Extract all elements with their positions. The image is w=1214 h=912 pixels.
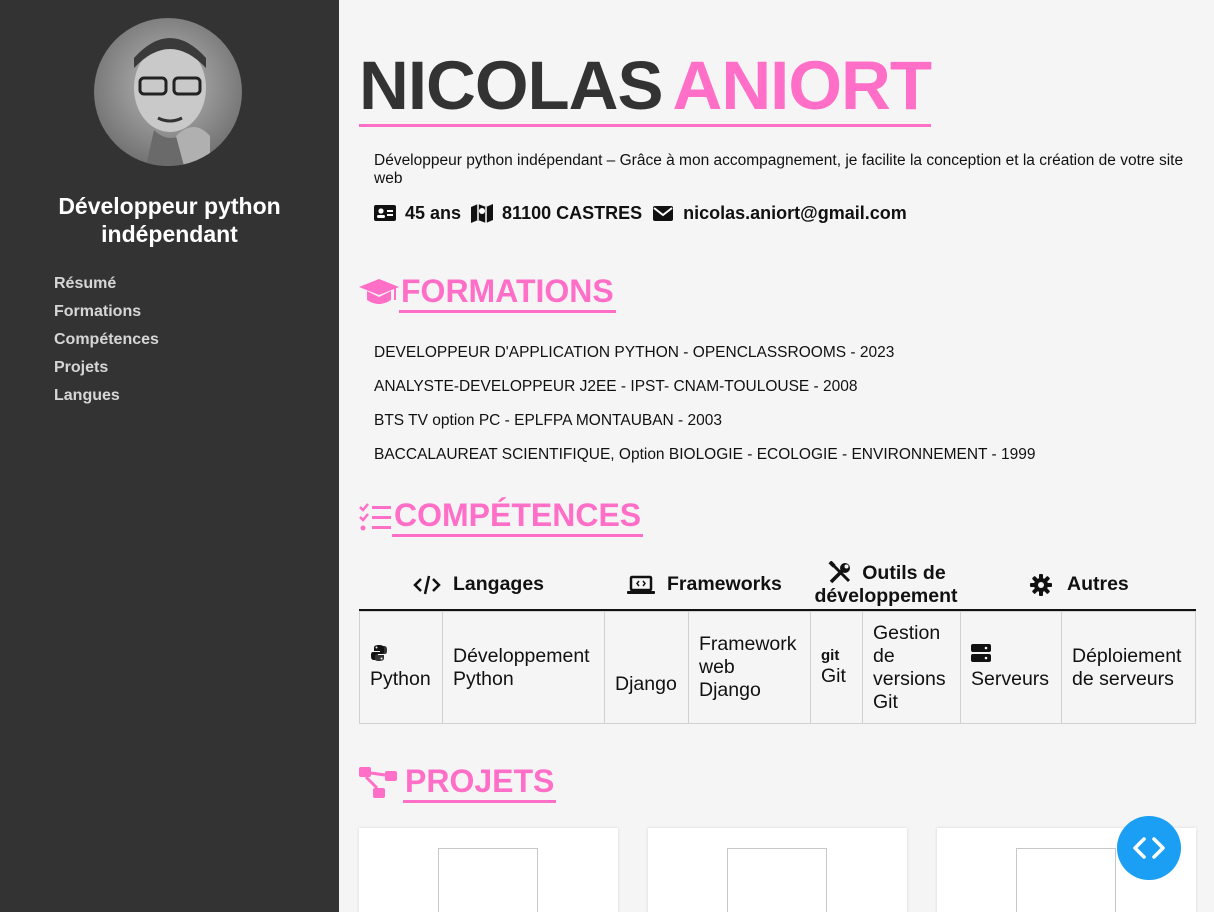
formation-item: BACCALAUREAT SCIENTIFIQUE, Option BIOLOG… [374,446,1036,463]
gear-icon [1027,573,1055,597]
server-icon [971,644,1051,668]
project-card[interactable] [648,828,907,912]
projets-title: PROJETS [403,762,557,803]
skill-django-desc: Framework web Django [688,611,811,724]
main-content: NICOLAS ANIORT Développeur python indépen… [339,0,1214,912]
project-card[interactable] [359,828,618,912]
nav-item-langues[interactable]: Langues [54,382,159,410]
tools-icon [826,561,854,585]
formation-item: DEVELOPPEUR D'APPLICATION PYTHON - OPENC… [374,344,895,361]
skills-header-row: Langages Frameworks Outils de développem… [359,560,1196,611]
nav-item-formations[interactable]: Formations [54,298,159,326]
skill-serveurs-desc: Déploiement de serveurs [1061,611,1196,724]
header-frameworks: Frameworks [627,560,782,609]
id-card-icon [374,202,396,224]
formations-title: FORMATIONS [399,272,616,313]
laptop-code-icon [627,573,655,597]
formation-item: BTS TV option PC - EPLFPA MONTAUBAN - 20… [374,412,723,429]
git-icon: git [821,647,840,664]
skill-python: Python [359,611,443,724]
sidebar-title: Développeur python indépendant [58,193,281,247]
nav-item-projets[interactable]: Projets [54,354,159,382]
code-toggle-button[interactable] [1117,816,1181,880]
first-name: NICOLAS [359,47,663,124]
python-icon [370,644,432,668]
email-link[interactable]: nicolas.aniort@gmail.com [683,203,907,224]
avatar-photo [134,38,210,166]
skills-table: Python Développement Python Django Frame… [359,611,1196,724]
map-icon [471,202,494,224]
project-image [438,848,538,912]
competences-heading: COMPÉTENCES [359,496,644,537]
list-check-icon [359,500,392,534]
skill-django: Django [604,611,689,724]
last-name: ANIORT [672,47,932,124]
skill-git-desc: Gestion de versions Git [862,611,961,724]
skills-row: Python Développement Python Django Frame… [359,611,1196,724]
graduation-cap-icon [359,276,399,310]
project-image [1016,848,1116,912]
chevrons-icon [1133,837,1165,859]
projets-heading: PROJETS [359,762,557,803]
header-langages: Langages [413,560,544,609]
avatar [94,18,242,166]
info-row: 45 ans 81100 CASTRES nicolas.aniort@gmai… [374,202,917,224]
skill-git: git Git [810,611,863,724]
skill-serveurs: Serveurs [960,611,1062,724]
nav-item-competences[interactable]: Compétences [54,326,159,354]
location-text: 81100 CASTRES [502,202,643,223]
envelope-icon [652,202,674,224]
diagram-project-icon [359,766,403,800]
header-outils: Outils de développement [814,561,958,607]
formation-item: ANALYSTE-DEVELOPPEUR J2EE - IPST- CNAM-T… [374,378,858,395]
competences-title: COMPÉTENCES [392,496,644,537]
sidebar: Développeur python indépendant Résumé Fo… [0,0,339,912]
header-autres: Autres [1027,560,1129,609]
age-text: 45 ans [405,202,462,223]
intro-text: Développeur python indépendant – Grâce à… [374,152,1184,187]
project-image [727,848,827,912]
formations-list: DEVELOPPEUR D'APPLICATION PYTHON - OPENC… [374,336,1036,472]
sidebar-nav: Résumé Formations Compétences Projets La… [54,270,159,410]
code-icon [413,573,441,597]
skill-python-desc: Développement Python [442,611,605,724]
nav-item-resume[interactable]: Résumé [54,270,159,298]
page-title: NICOLAS ANIORT [359,47,932,127]
formations-heading: FORMATIONS [359,272,616,313]
